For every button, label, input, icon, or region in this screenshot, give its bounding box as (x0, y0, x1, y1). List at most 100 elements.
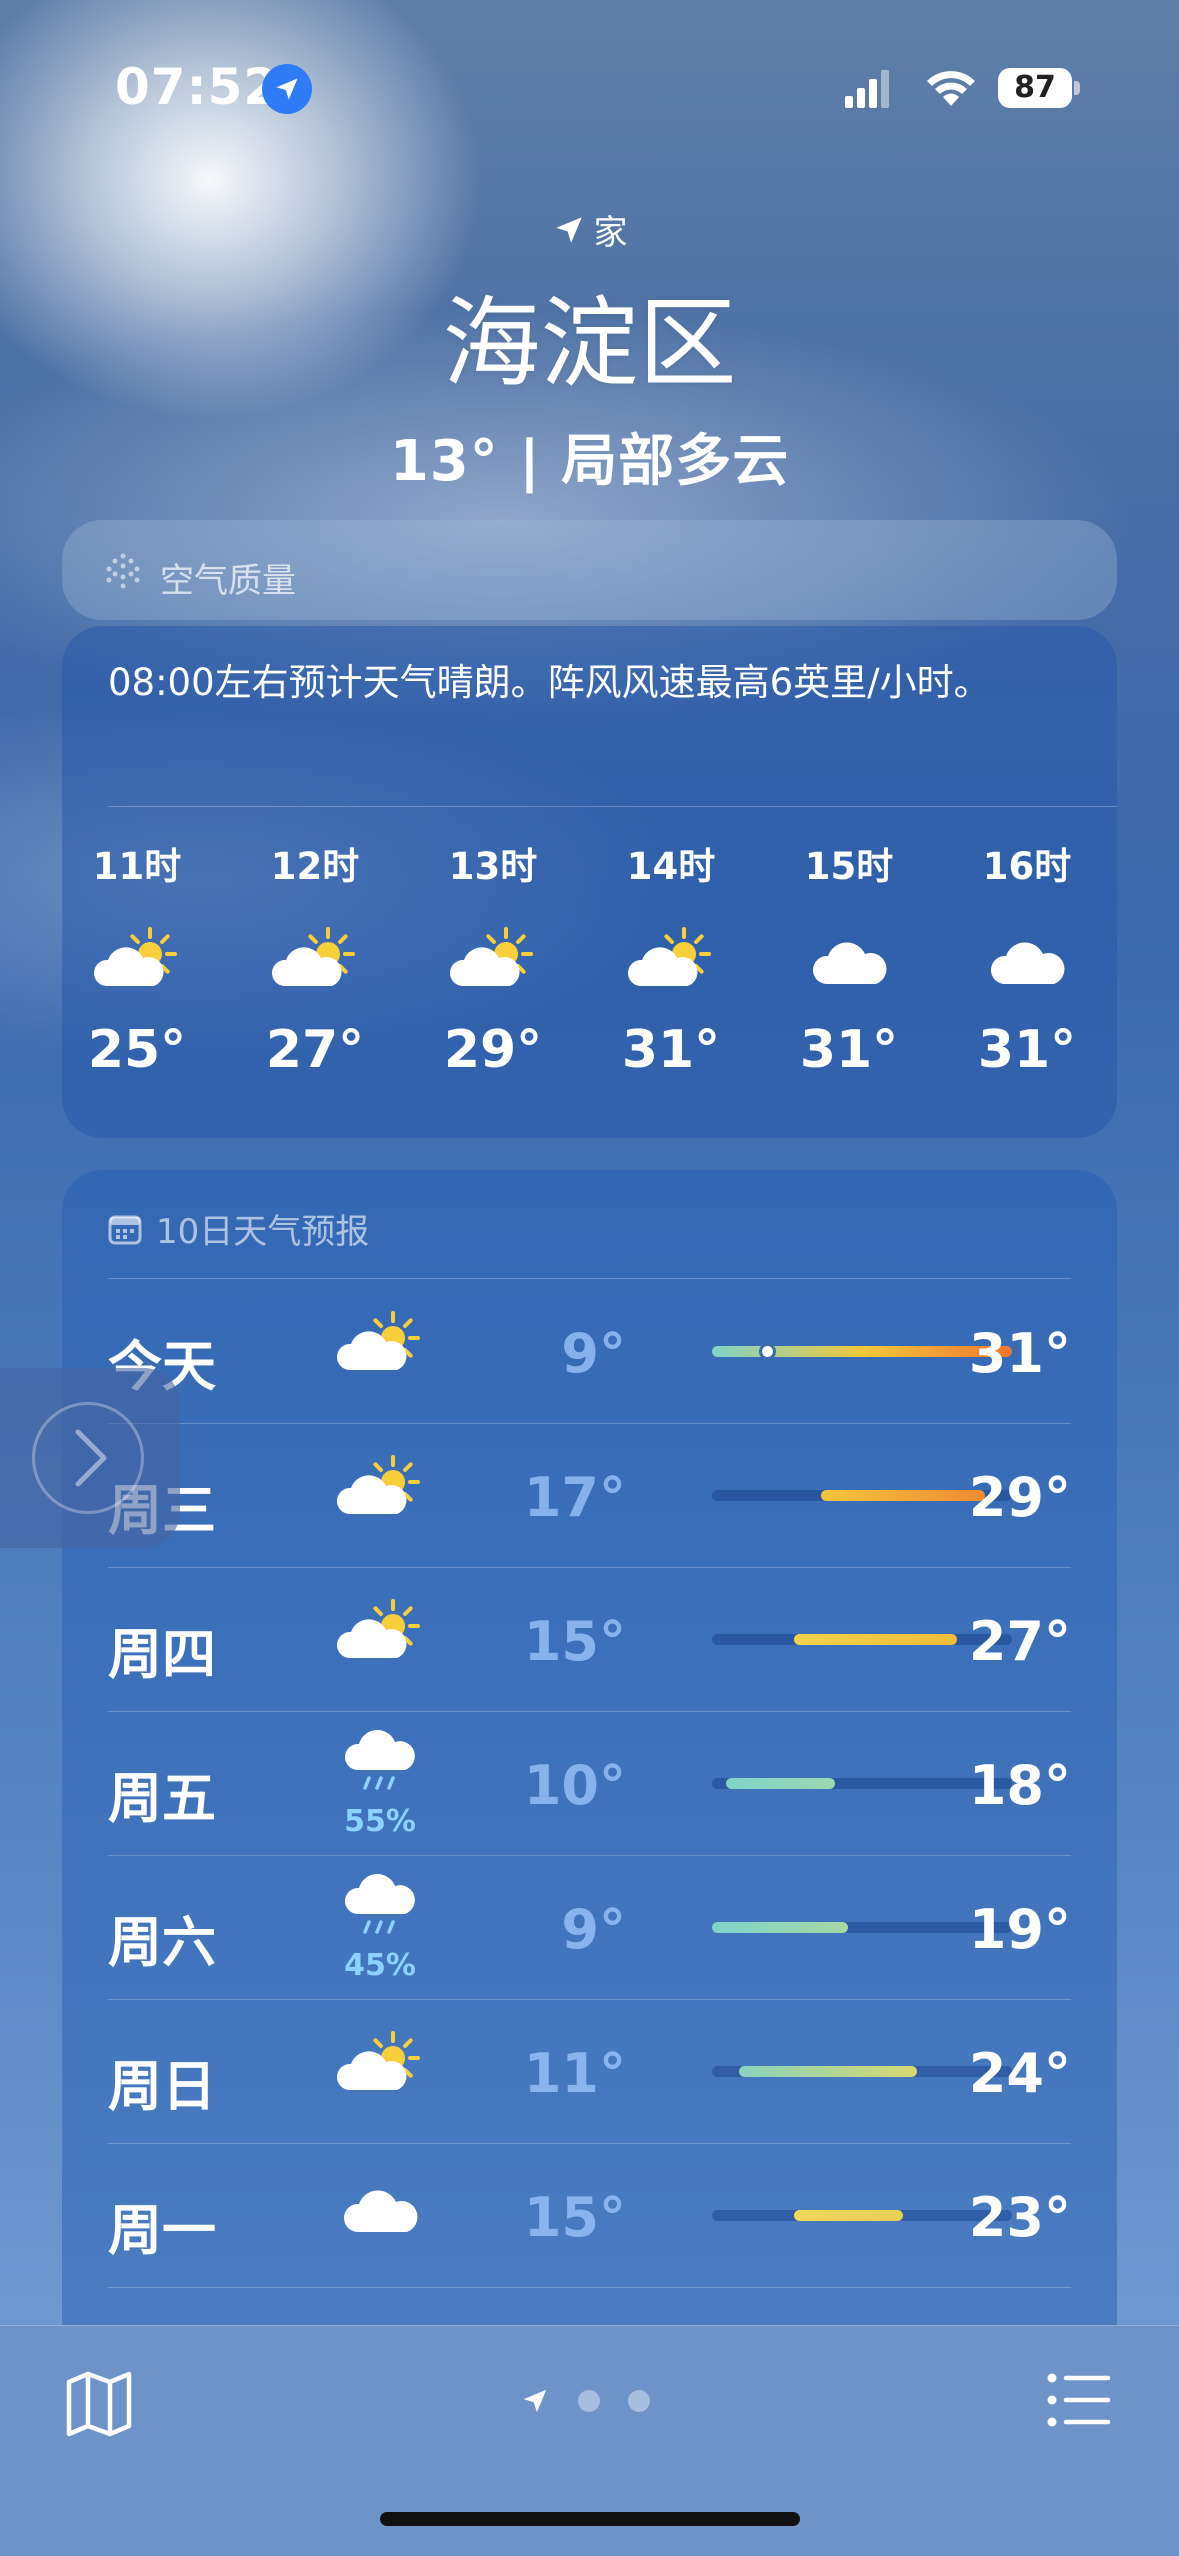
status-time: 07:52 (115, 58, 280, 116)
home-indicator[interactable] (380, 2512, 800, 2526)
air-quality-icon (106, 553, 140, 589)
high-temp: 31° (968, 1322, 1071, 1385)
hour-time: 15时 (804, 845, 894, 888)
temp-range-fill (712, 1922, 849, 1933)
low-temp: 9° (561, 1898, 626, 1961)
partly-sunny-icon (250, 920, 380, 1000)
location-header: 家 海淀区 13° | 局部多云 (0, 205, 1179, 497)
temp-range-fill (793, 2210, 903, 2221)
divider (108, 1278, 1071, 1279)
temp-range-bar (712, 1778, 1012, 1789)
high-temp: 23° (968, 2186, 1071, 2249)
day-name: 周四 (108, 1623, 216, 1686)
hour-temp: 27° (265, 1020, 365, 1080)
day-row[interactable]: 周五 55% 10° 18° (108, 1712, 1071, 1856)
hour-item: 14时 31° (606, 836, 736, 1080)
hour-temp: 29° (443, 1020, 543, 1080)
day-row[interactable]: 今天 9° 31° (108, 1280, 1071, 1424)
page-indicator[interactable] (520, 2386, 650, 2416)
cloud-icon (784, 920, 914, 1000)
partly-sunny-icon (330, 1592, 430, 1672)
ten-day-forecast-card[interactable]: 10日天气预报 今天 9° 31°周三 17° 29°周四 15° 27°周五 … (62, 1170, 1117, 2370)
current-temp-marker (758, 1343, 776, 1360)
low-temp: 17° (523, 1466, 626, 1529)
day-row[interactable]: 周一 15° 23° (108, 2144, 1071, 2288)
location-services-icon (262, 64, 312, 114)
air-quality-card[interactable]: 空气质量 (62, 520, 1117, 620)
battery-level: 87 (998, 68, 1072, 108)
current-conditions: 13° | 局部多云 (389, 429, 790, 494)
temp-range-bar (712, 1634, 1012, 1645)
divider (108, 806, 1117, 807)
status-bar: 07:52 87 (0, 58, 1179, 118)
hour-temp: 31° (621, 1020, 721, 1080)
high-temp: 24° (968, 2042, 1071, 2105)
list-icon[interactable] (1046, 2370, 1112, 2430)
hour-time: 13时 (448, 845, 538, 888)
precip-chance: 45% (344, 1948, 416, 1983)
hour-time: 11时 (92, 845, 182, 888)
cloud-icon (962, 920, 1092, 1000)
temp-range-fill (725, 1778, 835, 1789)
home-label: 家 (593, 213, 628, 253)
hour-item: 11时 25° (72, 836, 202, 1080)
rain-icon (330, 1724, 430, 1804)
day-name: 周日 (108, 2055, 216, 2118)
day-row[interactable]: 周六 45% 9° 19° (108, 1856, 1071, 2000)
hourly-scroller[interactable]: 11时 25° 12时 27° 13时 29° 14时 31° 15时 31° 16时 3… (62, 836, 1117, 1096)
battery-icon: 87 (998, 68, 1080, 108)
temp-range-fill (739, 2066, 917, 2077)
temp-range-bar (712, 1490, 1012, 1501)
partly-sunny-icon (330, 1448, 430, 1528)
hour-time: 14时 (626, 845, 716, 888)
map-icon[interactable] (64, 2368, 134, 2438)
temp-range-bar (712, 2210, 1012, 2221)
temp-range-fill (793, 1634, 958, 1645)
low-temp: 9° (561, 1322, 626, 1385)
day-row[interactable]: 周三 17° 29° (108, 1424, 1071, 1568)
partly-sunny-icon (330, 1304, 430, 1384)
air-quality-label: 空气质量 (160, 561, 296, 601)
cloud-icon (330, 2168, 430, 2248)
low-temp: 11° (523, 2042, 626, 2105)
hour-item: 16时 31° (962, 836, 1092, 1080)
day-name: 周五 (108, 1767, 216, 1830)
hour-item: 12时 27° (250, 836, 380, 1080)
page-dot (578, 2390, 600, 2412)
high-temp: 18° (968, 1754, 1071, 1817)
page-dot (628, 2390, 650, 2412)
ten-day-title: 10日天气预报 (156, 1212, 370, 1252)
high-temp: 29° (968, 1466, 1071, 1529)
high-temp: 27° (968, 1610, 1071, 1673)
hourly-forecast-card[interactable]: 08:00左右预计天气晴朗。阵风风速最高6英里/小时。 11时 25° 12时 2… (62, 626, 1117, 1138)
hour-temp: 31° (977, 1020, 1077, 1080)
hour-temp: 31° (799, 1020, 899, 1080)
hour-item: 15时 31° (784, 836, 914, 1080)
cellular-signal-icon (845, 70, 889, 108)
high-temp: 19° (968, 1898, 1071, 1961)
temp-range-bar (712, 1343, 1012, 1360)
home-row: 家 (0, 205, 1179, 254)
day-row[interactable]: 周四 15° 27° (108, 1568, 1071, 1712)
hour-time: 16时 (982, 845, 1072, 888)
side-expand-button[interactable] (0, 1368, 180, 1548)
precip-chance: 55% (344, 1804, 416, 1839)
hour-time: 12时 (270, 845, 360, 888)
temp-range-fill (712, 1346, 1012, 1357)
temp-range-bar (712, 1922, 1012, 1933)
partly-sunny-icon (72, 920, 202, 1000)
ten-day-header: 10日天气预报 (108, 1204, 369, 1253)
hour-item: 13时 29° (428, 836, 558, 1080)
day-row[interactable]: 周日 11° 24° (108, 2000, 1071, 2144)
chevron-right-icon (75, 1429, 107, 1487)
wifi-icon (927, 71, 975, 106)
city-name: 海淀区 (442, 287, 737, 401)
day-name: 周六 (108, 1911, 216, 1974)
current-location-page-icon (523, 2389, 547, 2413)
low-temp: 15° (523, 1610, 626, 1673)
low-temp: 10° (523, 1754, 626, 1817)
calendar-icon (108, 1215, 142, 1244)
temp-range-bar (712, 2066, 1012, 2077)
low-temp: 15° (523, 2186, 626, 2249)
partly-sunny-icon (606, 920, 736, 1000)
